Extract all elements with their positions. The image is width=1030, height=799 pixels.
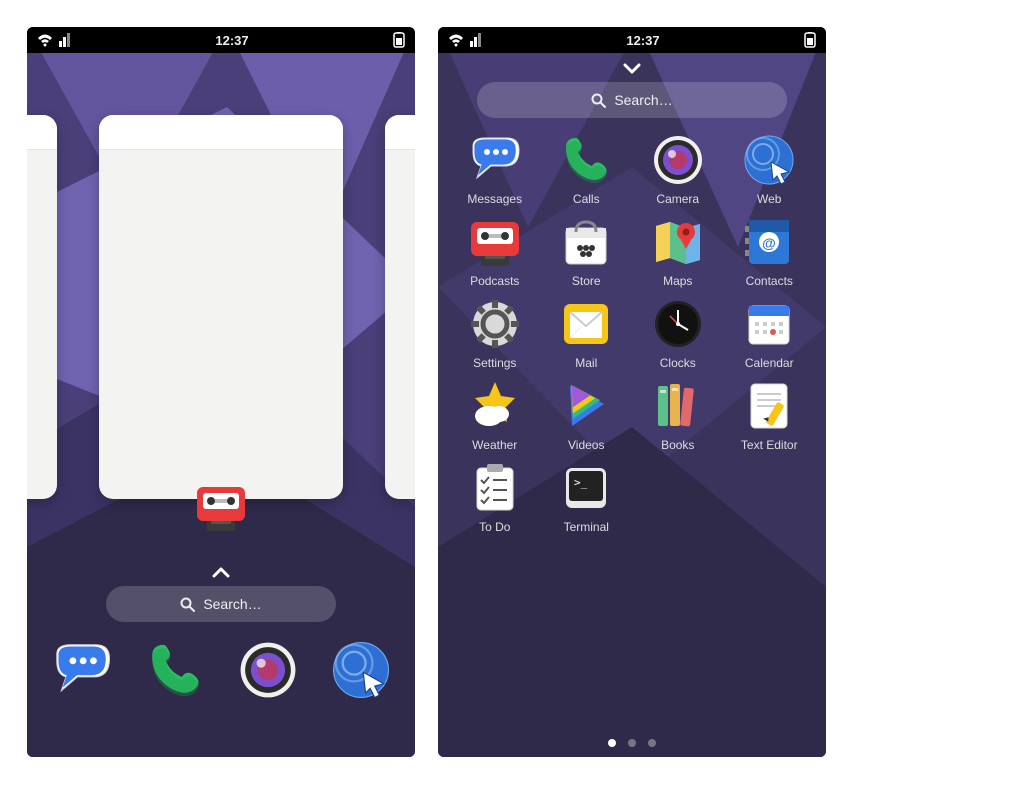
app-label: Terminal — [564, 520, 609, 534]
dock-app-messages[interactable] — [46, 634, 118, 706]
app-calls[interactable]: Calls — [542, 132, 632, 206]
app-terminal[interactable]: Terminal — [542, 460, 632, 534]
search-icon — [591, 93, 606, 108]
phone-overview-screen: 12:37 Search… — [27, 27, 415, 757]
app-weather[interactable]: Weather — [450, 378, 540, 452]
app-videos[interactable]: Videos — [542, 378, 632, 452]
page-indicator[interactable] — [438, 739, 826, 747]
app-contacts[interactable]: Contacts — [725, 214, 815, 288]
battery-icon — [804, 32, 816, 48]
app-label: Podcasts — [470, 274, 519, 288]
status-bar[interactable]: 12:37 — [438, 27, 826, 53]
app-camera[interactable]: Camera — [633, 132, 723, 206]
app-label: Camera — [656, 192, 699, 206]
page-dot-3[interactable] — [648, 739, 656, 747]
app-calendar[interactable]: Calendar — [725, 296, 815, 370]
app-maps[interactable]: Maps — [633, 214, 723, 288]
app-store[interactable]: Store — [542, 214, 632, 288]
overview-carousel[interactable] — [27, 53, 415, 583]
app-label: Books — [661, 438, 694, 452]
wifi-icon — [37, 33, 53, 47]
search-input[interactable]: Search… — [477, 82, 787, 118]
app-label: Messages — [467, 192, 522, 206]
phone-appgrid-screen: 12:37 Search… Messages Calls Camera Web … — [438, 27, 826, 757]
app-mail[interactable]: Mail — [542, 296, 632, 370]
dock-app-calls[interactable] — [139, 634, 211, 706]
search-icon — [180, 597, 195, 612]
app-drawer-handle[interactable] — [27, 567, 415, 578]
app-label: Maps — [663, 274, 692, 288]
status-time: 12:37 — [215, 33, 248, 48]
app-label: Videos — [568, 438, 604, 452]
app-label: Settings — [473, 356, 516, 370]
dock — [27, 634, 415, 706]
status-time: 12:37 — [626, 33, 659, 48]
signal-icon — [59, 33, 71, 47]
app-label: Calls — [573, 192, 600, 206]
overview-focused-app-icon — [193, 479, 249, 527]
app-label: Mail — [575, 356, 597, 370]
app-label: Weather — [472, 438, 517, 452]
app-label: Text Editor — [741, 438, 798, 452]
search-placeholder: Search… — [614, 92, 672, 108]
app-settings[interactable]: Settings — [450, 296, 540, 370]
overview-card-focused[interactable] — [99, 115, 343, 499]
app-label: Store — [572, 274, 601, 288]
app-drawer-close-handle[interactable] — [438, 63, 826, 74]
app-label: Web — [757, 192, 781, 206]
app-messages[interactable]: Messages — [450, 132, 540, 206]
app-clocks[interactable]: Clocks — [633, 296, 723, 370]
signal-icon — [470, 33, 482, 47]
wifi-icon — [448, 33, 464, 47]
app-label: To Do — [479, 520, 510, 534]
app-label: Calendar — [745, 356, 794, 370]
battery-icon — [393, 32, 405, 48]
app-texteditor[interactable]: Text Editor — [725, 378, 815, 452]
app-podcasts[interactable]: Podcasts — [450, 214, 540, 288]
app-todo[interactable]: To Do — [450, 460, 540, 534]
page-dot-1[interactable] — [608, 739, 616, 747]
page-dot-2[interactable] — [628, 739, 636, 747]
overview-card-prev[interactable] — [27, 115, 57, 499]
app-label: Contacts — [746, 274, 793, 288]
app-label: Clocks — [660, 356, 696, 370]
dock-app-camera[interactable] — [232, 634, 304, 706]
dock-app-web[interactable] — [325, 634, 397, 706]
search-placeholder: Search… — [203, 596, 261, 612]
app-books[interactable]: Books — [633, 378, 723, 452]
status-bar[interactable]: 12:37 — [27, 27, 415, 53]
search-input[interactable]: Search… — [106, 586, 336, 622]
app-grid: Messages Calls Camera Web Podcasts Store… — [438, 132, 826, 534]
app-web[interactable]: Web — [725, 132, 815, 206]
overview-card-next[interactable] — [385, 115, 415, 499]
